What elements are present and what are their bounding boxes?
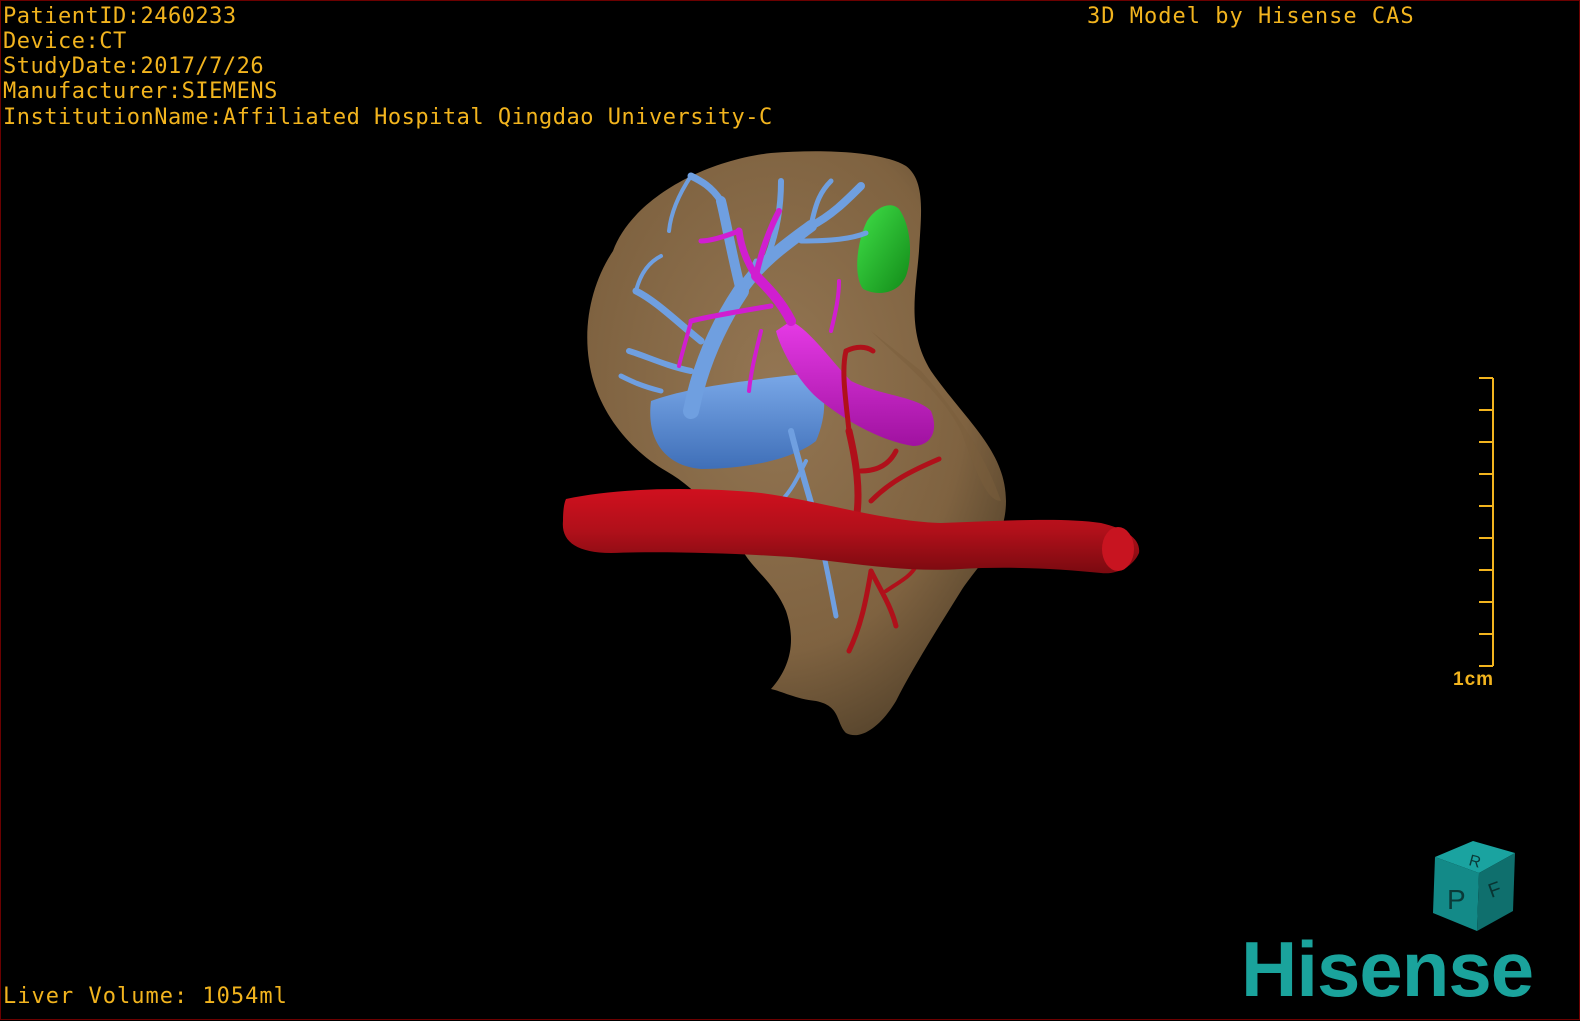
cube-label-front: P — [1447, 884, 1466, 915]
model-credit-label: 3D Model by Hisense CAS — [1087, 4, 1415, 29]
liver-volume-label: Liver Volume: 1054ml — [3, 984, 288, 1009]
ivc-end-cap — [1102, 527, 1134, 571]
hisense-logo: Hisense — [1241, 925, 1534, 1013]
scale-bar — [1479, 377, 1494, 667]
3d-viewport[interactable]: PatientID:2460233 Device:CT StudyDate:20… — [0, 0, 1580, 1020]
study-date-label: StudyDate:2017/7/26 — [3, 54, 265, 79]
institution-label: InstitutionName:Affiliated Hospital Qing… — [3, 105, 773, 130]
scale-label: 1cm — [1453, 669, 1495, 690]
liver-3d-model[interactable] — [1, 1, 1580, 1021]
device-label: Device:CT — [3, 29, 127, 54]
patient-id-label: PatientID:2460233 — [3, 4, 237, 29]
manufacturer-label: Manufacturer:SIEMENS — [3, 79, 278, 104]
orientation-cube[interactable]: R P F — [1425, 839, 1525, 939]
